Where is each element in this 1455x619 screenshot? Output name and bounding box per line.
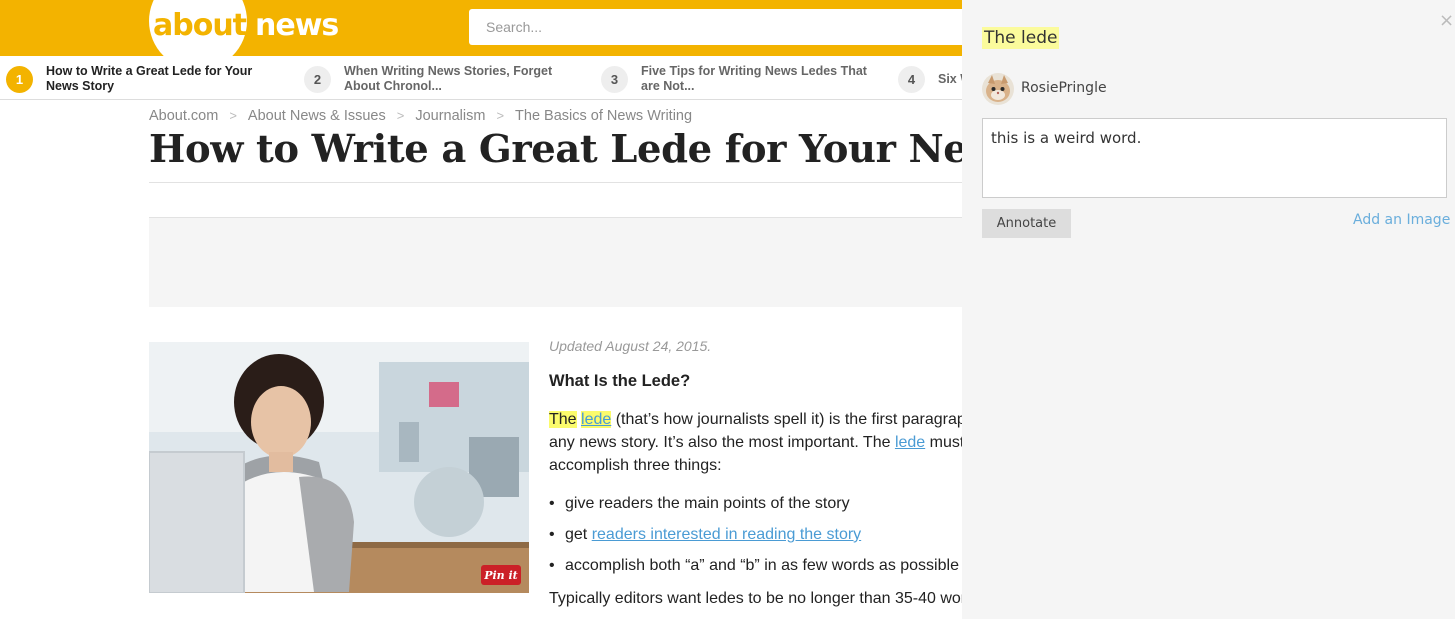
close-icon[interactable]: × — [1439, 12, 1454, 30]
logo-news-text[interactable]: news — [255, 8, 339, 43]
list-item: accomplish both “a” and “b” in as few wo… — [549, 550, 962, 581]
annotation-quote: The lede — [982, 27, 1060, 49]
step-number: 4 — [898, 65, 925, 93]
step-label: When Writing News Stories, Forget About … — [344, 64, 553, 93]
paragraph-text: accomplish three things: — [549, 457, 722, 474]
lede-link-highlighted[interactable]: lede — [581, 411, 612, 428]
breadcrumb: About.com > About News & Issues > Journa… — [149, 108, 692, 124]
annotation-panel: × The lede RosiePringle this is a weird … — [962, 0, 1455, 619]
step-number: 3 — [601, 65, 628, 93]
avatar — [982, 73, 1014, 105]
updated-date: Updated August 24, 2015. — [549, 338, 712, 354]
chevron-right-icon: > — [396, 108, 405, 123]
step-number: 2 — [304, 65, 331, 93]
step-item-2[interactable]: 2 When Writing News Stories, Forget Abou… — [304, 62, 574, 96]
step-nav: 1 How to Write a Great Lede for Your New… — [0, 56, 962, 100]
article-paragraph: Typically editors want ledes to be no lo… — [549, 590, 962, 607]
annotation-textarea[interactable]: this is a weird word. — [982, 118, 1447, 198]
step-label: Five Tips for Writing News Ledes That ar… — [641, 64, 867, 93]
paragraph-text: must — [925, 434, 962, 451]
list-item: give readers the main points of the stor… — [549, 488, 962, 519]
divider — [149, 182, 962, 183]
paragraph-text: any news story. It’s also the most impor… — [549, 434, 895, 451]
page-title: How to Write a Great Lede for Your News … — [149, 127, 962, 172]
site-header: about news — [0, 0, 962, 70]
step-item-4[interactable]: 4 Six Ways to Start... — [898, 62, 962, 96]
breadcrumb-item-basics[interactable]: The Basics of News Writing — [515, 108, 692, 124]
annotate-button[interactable]: Annotate — [982, 209, 1071, 238]
breadcrumb-item-journalism[interactable]: Journalism — [415, 108, 485, 124]
chevron-right-icon: > — [496, 108, 505, 123]
pinterest-button[interactable]: Pin it — [481, 565, 521, 585]
step-number: 1 — [6, 65, 33, 93]
article-photo — [149, 342, 529, 593]
add-image-link[interactable]: Add an Image — [1353, 212, 1450, 228]
logo-about-text[interactable]: about — [153, 8, 247, 43]
article-paragraph: The lede (that’s how journalists spell i… — [549, 408, 962, 477]
paragraph-text: (that’s how journalists spell it) is the… — [611, 411, 962, 428]
article-body: Updated August 24, 2015. What Is the Led… — [549, 338, 962, 608]
step-label: Six Ways to Start... — [938, 71, 962, 86]
search-input[interactable] — [469, 9, 962, 45]
breadcrumb-item-about-com[interactable]: About.com — [149, 108, 218, 124]
username[interactable]: RosiePringle — [1021, 80, 1107, 96]
bullet-list: give readers the main points of the stor… — [549, 488, 962, 581]
section-heading: What Is the Lede? — [549, 372, 691, 390]
chevron-right-icon: > — [229, 108, 237, 123]
lede-link[interactable]: lede — [895, 434, 925, 451]
ad-placeholder — [149, 218, 962, 307]
step-item-3[interactable]: 3 Five Tips for Writing News Ledes That … — [601, 62, 871, 96]
highlight-text[interactable]: The — [549, 411, 577, 428]
readers-interested-link[interactable]: readers interested in reading the story — [592, 526, 861, 543]
list-item: get readers interested in reading the st… — [549, 519, 962, 550]
step-label: How to Write a Great Lede for Your News … — [46, 64, 253, 93]
step-item-1[interactable]: 1 How to Write a Great Lede for Your New… — [6, 62, 276, 96]
breadcrumb-item-news-issues[interactable]: About News & Issues — [248, 108, 386, 124]
